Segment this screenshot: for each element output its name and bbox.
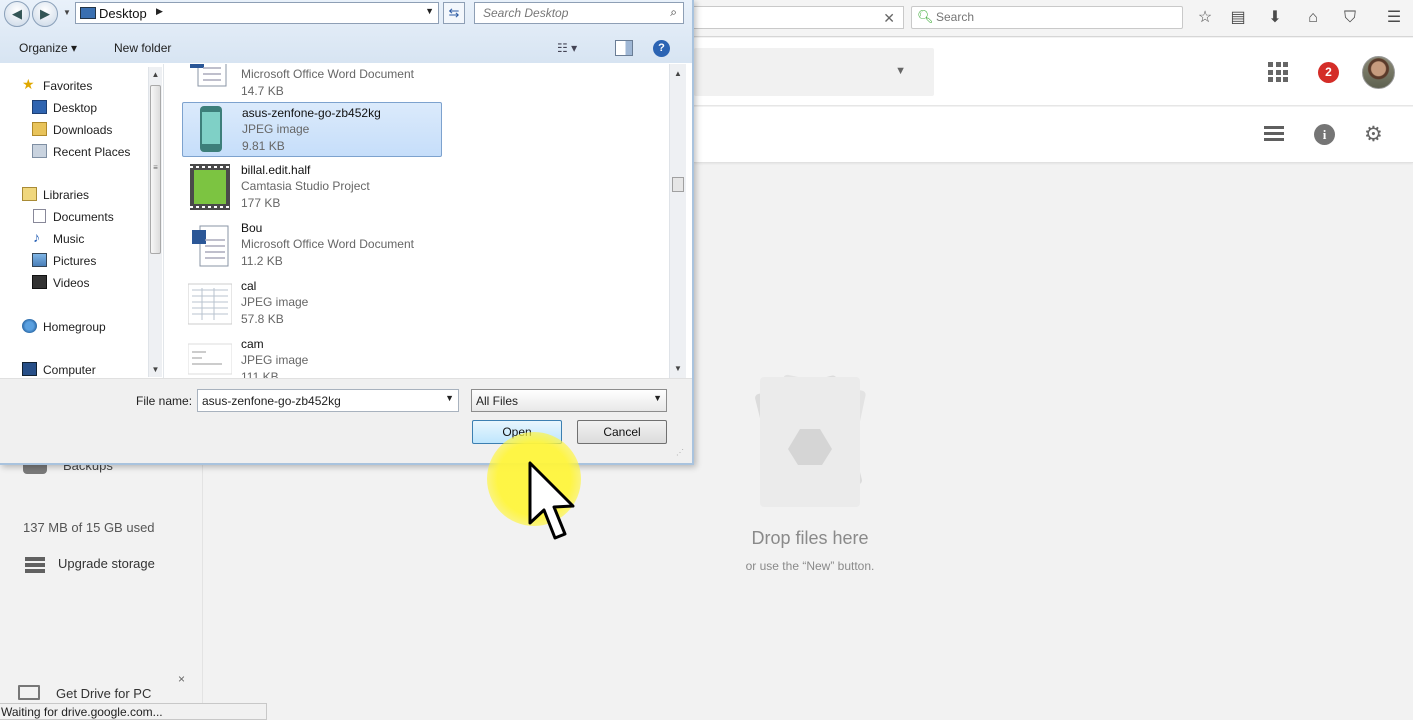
- recent-places-icon: [32, 144, 47, 158]
- forward-icon[interactable]: ▶: [32, 1, 58, 27]
- drive-search-box[interactable]: ▼: [694, 48, 934, 96]
- file-open-dialog: ◀ ▶ ▼ Desktop ▶ ▼ ⇆ Search Desktop ⌕ Org…: [0, 0, 694, 465]
- cancel-button[interactable]: Cancel: [577, 420, 667, 444]
- breadcrumb-arrow-icon[interactable]: ▶: [156, 6, 163, 17]
- new-folder-button[interactable]: New folder: [114, 41, 171, 55]
- browser-search-box[interactable]: 🔍︎: [911, 6, 1183, 29]
- file-name-value: asus-zenfone-go-zb452kg: [202, 394, 341, 408]
- navigation-pane: ★ Favorites Desktop Downloads Recent Pla…: [0, 64, 164, 378]
- list-item[interactable]: cam JPEG image 111 KB: [182, 334, 442, 378]
- file-name-label: File name:: [136, 394, 193, 408]
- computer-icon: [22, 362, 37, 376]
- word-document-icon: [190, 64, 227, 87]
- resize-grip-icon[interactable]: ⋰: [676, 448, 688, 460]
- list-item[interactable]: cal JPEG image 57.8 KB: [182, 276, 442, 331]
- clear-url-icon[interactable]: ✕: [883, 10, 895, 27]
- file-type-value: All Files: [476, 394, 519, 408]
- notification-badge[interactable]: 2: [1318, 62, 1339, 83]
- change-view-icon[interactable]: ☷ ▾: [557, 41, 577, 55]
- scroll-up-icon[interactable]: ▲: [149, 70, 162, 79]
- url-field[interactable]: ✕: [694, 6, 904, 29]
- apps-grid-icon[interactable]: [1268, 62, 1288, 82]
- avatar[interactable]: [1362, 56, 1395, 89]
- upgrade-storage-link[interactable]: Upgrade storage: [58, 556, 155, 571]
- music-icon: ♪: [33, 229, 40, 245]
- dialog-command-bar: Organize ▾ New folder ☷ ▾ ?: [0, 35, 692, 63]
- close-icon[interactable]: ×: [178, 672, 185, 686]
- image-thumbnail-icon: [188, 343, 232, 375]
- download-icon[interactable]: ⬇: [1264, 7, 1286, 29]
- refresh-icon[interactable]: ⇆: [443, 2, 465, 24]
- nav-scrollbar[interactable]: ▲ ≡ ▼: [148, 67, 162, 377]
- menu-icon[interactable]: ☰: [1383, 7, 1405, 29]
- search-icon[interactable]: ⌕: [670, 5, 677, 20]
- home-icon[interactable]: ⌂: [1302, 7, 1324, 29]
- desktop-folder-icon: [80, 7, 96, 19]
- phone-image-thumbnail-icon: [200, 106, 222, 152]
- list-item[interactable]: billal.edit.half Camtasia Studio Project…: [182, 160, 442, 215]
- desktop-icon: [32, 100, 47, 114]
- dialog-toolbar-area: ◀ ▶ ▼ Desktop ▶ ▼ ⇆ Search Desktop ⌕ Org…: [0, 0, 692, 63]
- drop-files-illustration: [755, 374, 866, 507]
- info-icon[interactable]: i: [1314, 124, 1335, 145]
- breadcrumb[interactable]: Desktop: [99, 6, 147, 21]
- scroll-down-icon[interactable]: ▼: [670, 364, 686, 373]
- recent-locations-chevron-icon[interactable]: ▼: [63, 8, 71, 17]
- list-item-selected[interactable]: asus-zenfone-go-zb452kg JPEG image 9.81 …: [182, 102, 442, 157]
- search-options-chevron-icon[interactable]: ▼: [895, 65, 906, 77]
- file-name-field[interactable]: asus-zenfone-go-zb452kg ▼: [197, 389, 459, 412]
- gear-icon[interactable]: ⚙: [1364, 122, 1383, 147]
- star-icon: ★: [22, 76, 35, 92]
- camtasia-project-icon: [190, 164, 230, 210]
- drive-sidebar: [0, 463, 202, 703]
- chevron-down-icon[interactable]: ▼: [653, 393, 662, 403]
- preview-pane-icon[interactable]: [615, 40, 633, 56]
- homegroup-icon: [22, 319, 37, 333]
- browser-search-input[interactable]: [936, 10, 1176, 24]
- drive-header: ▼: [694, 38, 1413, 106]
- list-item[interactable]: Microsoft Office Word Document 14.7 KB: [182, 64, 442, 103]
- mouse-pointer-icon: [528, 461, 575, 540]
- file-list-scrollbar[interactable]: ▲ ▼: [669, 64, 686, 378]
- word-document-icon: [192, 225, 229, 267]
- address-bar[interactable]: Desktop ▶ ▼: [75, 2, 439, 24]
- monitor-icon: [18, 685, 40, 700]
- dialog-search-placeholder: Search Desktop: [483, 6, 569, 20]
- videos-icon: [32, 275, 47, 289]
- reading-list-icon[interactable]: ▤: [1227, 7, 1249, 29]
- scroll-grip-icon: ≡: [153, 163, 158, 172]
- scroll-up-icon[interactable]: ▲: [670, 69, 686, 78]
- list-view-icon[interactable]: [1264, 126, 1284, 142]
- organize-button[interactable]: Organize ▾: [19, 41, 77, 55]
- dialog-footer: File name: asus-zenfone-go-zb452kg ▼ All…: [0, 378, 692, 463]
- file-scroll-thumb[interactable]: [672, 177, 684, 192]
- scroll-down-icon[interactable]: ▼: [149, 365, 162, 374]
- spreadsheet-image-thumbnail-icon: [188, 283, 232, 325]
- downloads-folder-icon: [32, 122, 47, 136]
- sidebar-divider: [202, 463, 203, 703]
- back-icon[interactable]: ◀: [4, 1, 30, 27]
- drop-zone-subtitle: or use the “New” button.: [745, 559, 875, 573]
- search-engine-icon: 🔍︎: [917, 9, 934, 24]
- documents-icon: [33, 209, 46, 223]
- file-type-select[interactable]: All Files ▼: [471, 389, 667, 412]
- help-icon[interactable]: ?: [653, 40, 670, 57]
- libraries-icon: [22, 187, 37, 201]
- storage-icon: [25, 557, 45, 573]
- browser-status-bar: Waiting for drive.google.com...: [0, 703, 267, 720]
- dialog-search-input[interactable]: Search Desktop ⌕: [474, 2, 684, 24]
- pocket-icon[interactable]: ⛉: [1339, 7, 1361, 29]
- list-item[interactable]: Bou Microsoft Office Word Document 11.2 …: [182, 218, 442, 273]
- storage-usage-text: 137 MB of 15 GB used: [23, 520, 155, 535]
- pictures-icon: [32, 253, 47, 267]
- address-dropdown-icon[interactable]: ▼: [425, 6, 434, 16]
- file-list: Microsoft Office Word Document 14.7 KB a…: [164, 64, 669, 378]
- drop-zone-title: Drop files here: [751, 528, 869, 548]
- bookmark-star-icon[interactable]: ☆: [1194, 7, 1216, 29]
- get-drive-label[interactable]: Get Drive for PC: [56, 686, 151, 701]
- chevron-down-icon[interactable]: ▼: [445, 393, 454, 403]
- drive-toolbar: [694, 107, 1413, 163]
